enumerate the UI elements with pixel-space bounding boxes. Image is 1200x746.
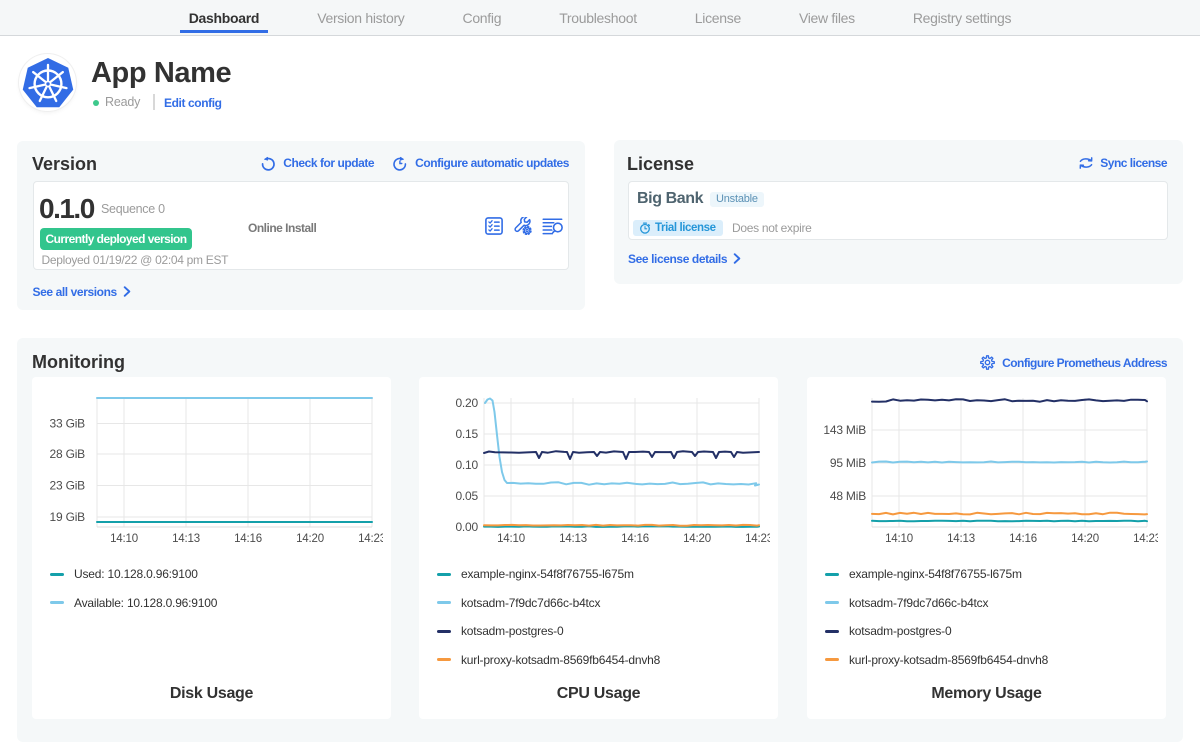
svg-text:14:10: 14:10	[497, 533, 525, 545]
svg-text:14:13: 14:13	[559, 533, 587, 545]
svg-text:0.20: 0.20	[455, 396, 478, 410]
svg-text:0.10: 0.10	[455, 458, 478, 472]
svg-text:14:16: 14:16	[621, 533, 649, 545]
svg-text:23 GiB: 23 GiB	[50, 479, 86, 493]
svg-text:14:20: 14:20	[683, 533, 711, 545]
svg-text:14:20: 14:20	[296, 533, 324, 545]
svg-text:14:23: 14:23	[745, 533, 770, 545]
svg-text:19 GiB: 19 GiB	[50, 510, 86, 524]
svg-text:14:23: 14:23	[1133, 533, 1158, 545]
svg-text:14:20: 14:20	[1071, 533, 1099, 545]
svg-text:0.05: 0.05	[455, 489, 478, 503]
svg-text:14:23: 14:23	[358, 533, 383, 545]
svg-text:14:10: 14:10	[885, 533, 913, 545]
svg-text:14:16: 14:16	[234, 533, 262, 545]
svg-text:48 MiB: 48 MiB	[830, 489, 866, 503]
svg-text:0.15: 0.15	[455, 427, 478, 441]
svg-text:95 MiB: 95 MiB	[830, 456, 866, 470]
svg-text:33 GiB: 33 GiB	[50, 417, 86, 431]
svg-text:14:13: 14:13	[947, 533, 975, 545]
svg-text:14:10: 14:10	[110, 533, 138, 545]
svg-text:0.00: 0.00	[455, 520, 478, 534]
svg-text:143 MiB: 143 MiB	[823, 423, 866, 437]
svg-text:14:13: 14:13	[172, 533, 200, 545]
svg-text:14:16: 14:16	[1009, 533, 1037, 545]
svg-text:28 GiB: 28 GiB	[50, 447, 86, 461]
